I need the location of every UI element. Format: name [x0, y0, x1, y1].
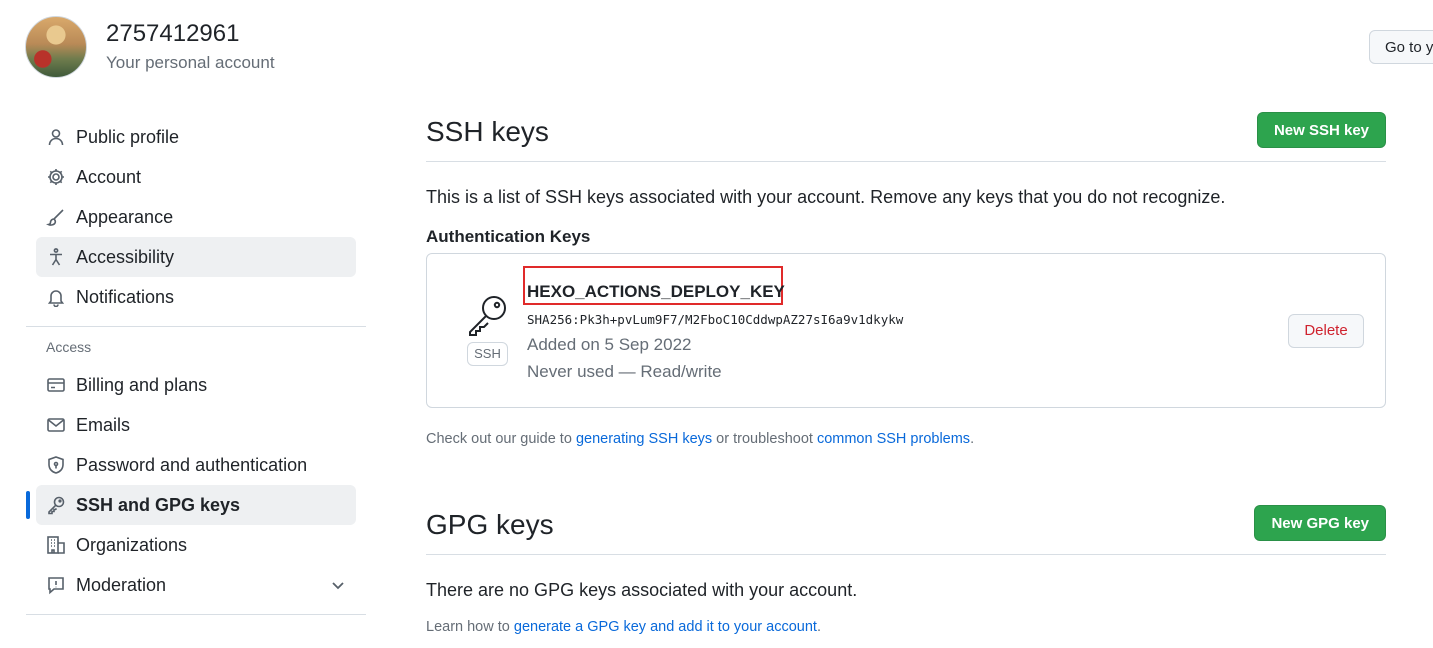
- account-username[interactable]: 2757412961: [106, 20, 239, 48]
- generate-gpg-key-link[interactable]: generate a GPG key and add it to your ac…: [514, 619, 817, 635]
- delete-key-button[interactable]: Delete: [1288, 314, 1364, 348]
- go-to-profile-button[interactable]: Go to y: [1369, 30, 1433, 64]
- gear-icon: [46, 167, 66, 187]
- sidebar-item-organizations[interactable]: Organizations: [36, 525, 356, 565]
- sidebar-item-billing[interactable]: Billing and plans: [36, 365, 356, 405]
- sidebar-divider: [26, 614, 366, 615]
- sidebar-item-appearance[interactable]: Appearance: [36, 197, 356, 237]
- key-icon: [465, 292, 511, 338]
- sidebar-item-label: Password and authentication: [76, 454, 308, 475]
- sidebar-divider: [26, 326, 366, 327]
- sidebar-item-ssh-gpg-keys[interactable]: SSH and GPG keys: [26, 485, 356, 525]
- gpg-help-text: Learn how to generate a GPG key and add …: [426, 619, 821, 635]
- sidebar-item-public-profile[interactable]: Public profile: [36, 117, 356, 157]
- help-text-prefix: Check out our guide to: [426, 431, 576, 447]
- ssh-badge: SSH: [467, 342, 508, 366]
- gpg-section-header: GPG keys New GPG key: [426, 503, 1386, 555]
- bell-icon: [46, 287, 66, 307]
- sidebar-item-label: Moderation: [76, 574, 167, 595]
- mail-icon: [46, 415, 66, 435]
- ssh-key-added-date: Added on 5 Sep 2022: [527, 335, 692, 354]
- help-text-prefix: Learn how to: [426, 619, 514, 635]
- account-subtitle: Your personal account: [106, 53, 275, 72]
- sidebar-item-label: SSH and GPG keys: [76, 494, 241, 515]
- sidebar-item-label: Notifications: [76, 286, 175, 307]
- sidebar-item-label: Account: [76, 166, 142, 187]
- organization-icon: [46, 535, 66, 555]
- ssh-key-name: HEXO_ACTIONS_DEPLOY_KEY: [527, 282, 785, 301]
- help-text-suffix: .: [970, 431, 975, 447]
- ssh-key-fingerprint: SHA256:Pk3h+pvLum9F7/M2FboC10CddwpAZ27sI…: [527, 312, 904, 327]
- ssh-keys-title: SSH keys: [426, 116, 549, 147]
- sidebar-item-label: Billing and plans: [76, 374, 208, 395]
- new-ssh-key-button[interactable]: New SSH key: [1256, 112, 1386, 148]
- help-text-suffix: .: [816, 619, 821, 635]
- person-icon: [46, 127, 66, 147]
- report-icon: [46, 575, 66, 595]
- avatar[interactable]: [25, 16, 87, 78]
- key-icon: [46, 495, 66, 515]
- sidebar-item-emails[interactable]: Emails: [36, 405, 356, 445]
- sidebar-item-label: Accessibility: [76, 246, 175, 267]
- generating-ssh-keys-link[interactable]: generating SSH keys: [576, 431, 712, 447]
- credit-card-icon: [46, 375, 66, 395]
- active-indicator: [26, 491, 30, 519]
- paintbrush-icon: [46, 207, 66, 227]
- settings-sidebar: Public profile Account Appearance Access…: [26, 117, 366, 624]
- gpg-keys-title: GPG keys: [426, 509, 554, 540]
- ssh-help-text: Check out our guide to generating SSH ke…: [426, 431, 974, 447]
- sidebar-item-account[interactable]: Account: [36, 157, 356, 197]
- sidebar-item-label: Organizations: [76, 534, 188, 555]
- authentication-keys-heading: Authentication Keys: [426, 227, 591, 246]
- shield-lock-icon: [46, 455, 66, 475]
- sidebar-item-accessibility[interactable]: Accessibility: [36, 237, 356, 277]
- sidebar-item-notifications[interactable]: Notifications: [36, 277, 356, 317]
- sidebar-item-label: Public profile: [76, 126, 180, 147]
- ssh-section-header: SSH keys New SSH key: [426, 110, 1386, 162]
- sidebar-item-password-auth[interactable]: Password and authentication: [36, 445, 356, 485]
- chevron-down-icon[interactable]: [330, 577, 346, 598]
- new-gpg-key-button[interactable]: New GPG key: [1254, 505, 1386, 541]
- sidebar-item-label: Emails: [76, 414, 131, 435]
- ssh-key-usage: Never used — Read/write: [527, 362, 722, 381]
- sidebar-section-access: Access: [46, 339, 92, 355]
- accessibility-icon: [46, 247, 66, 267]
- sidebar-item-label: Appearance: [76, 206, 174, 227]
- ssh-key-entry: SSH HEXO_ACTIONS_DEPLOY_KEY SHA256:Pk3h+…: [426, 253, 1386, 408]
- sidebar-item-moderation[interactable]: Moderation: [36, 565, 356, 605]
- common-ssh-problems-link[interactable]: common SSH problems: [817, 431, 970, 447]
- help-text-middle: or troubleshoot: [712, 431, 817, 447]
- gpg-description: There are no GPG keys associated with yo…: [426, 580, 858, 600]
- ssh-description: This is a list of SSH keys associated wi…: [426, 187, 1226, 207]
